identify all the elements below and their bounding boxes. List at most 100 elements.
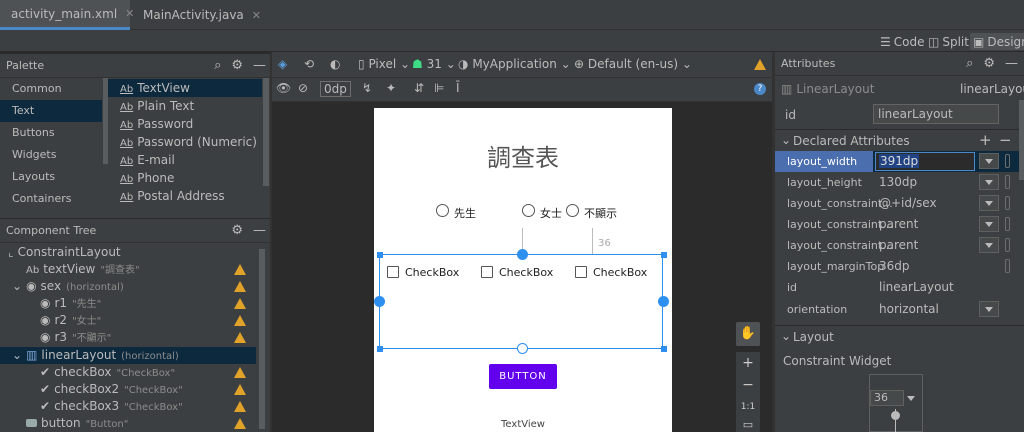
- palette-item[interactable]: Ab Password: [108, 115, 262, 133]
- remove-attribute-icon[interactable]: −: [999, 131, 1012, 149]
- warning-icon[interactable]: [754, 59, 766, 70]
- fit-screen-icon[interactable]: ▭: [736, 418, 760, 432]
- attr-row-orientation[interactable]: orientation horizontal: [775, 299, 1019, 320]
- tree-scrollbar[interactable]: [259, 249, 265, 429]
- palette-item[interactable]: Ab Phone: [108, 169, 262, 187]
- bottom-anchor-handle[interactable]: [517, 343, 528, 354]
- attr-row-constraint-top[interactable]: layout_constraint... @+id/sex: [775, 193, 1019, 214]
- left-splitter[interactable]: [270, 52, 272, 432]
- minimize-icon[interactable]: —: [1005, 56, 1018, 71]
- close-icon[interactable]: ✕: [252, 9, 261, 22]
- infer-constraints-icon[interactable]: ✦: [386, 81, 396, 95]
- orientation-icon[interactable]: ⟲: [304, 57, 314, 71]
- palette-item[interactable]: Ab TextView: [108, 79, 262, 97]
- actual-size-icon[interactable]: 1:1: [736, 396, 760, 418]
- align-icon[interactable]: ⊫: [434, 81, 444, 95]
- api-selector[interactable]: ☗ 31 ⌄: [412, 57, 456, 71]
- attr-row-id[interactable]: id linearLayout: [775, 277, 1019, 298]
- zoom-in-icon[interactable]: +: [736, 352, 760, 374]
- attr-dropdown[interactable]: [979, 216, 999, 232]
- resource-picker[interactable]: [1005, 217, 1010, 231]
- guidelines-icon[interactable]: ⇵: [414, 81, 424, 95]
- resize-handle[interactable]: [377, 252, 383, 258]
- warning-icon[interactable]: [234, 315, 246, 326]
- radio-r3[interactable]: [566, 204, 579, 217]
- resource-picker[interactable]: [1005, 154, 1010, 168]
- resize-handle[interactable]: [377, 346, 383, 352]
- minimize-icon[interactable]: —: [253, 58, 266, 73]
- tab-activity-main[interactable]: activity_main.xml ✕: [0, 0, 134, 30]
- tree-node-constraintlayout[interactable]: ⌞ ConstraintLayout: [8, 244, 121, 261]
- help-icon[interactable]: ?: [754, 83, 766, 95]
- checkbox-1[interactable]: [387, 266, 399, 278]
- preview-title[interactable]: 調查表: [374, 138, 672, 173]
- tab-main-activity[interactable]: MainActivity.java ✕: [132, 0, 267, 30]
- clear-constraints-icon[interactable]: ↯: [362, 81, 372, 95]
- tree-node-r2[interactable]: ◉ r2 "女士": [40, 312, 254, 329]
- resource-picker[interactable]: [1005, 238, 1010, 252]
- palette-item[interactable]: Ab Plain Text: [108, 97, 262, 115]
- warning-icon[interactable]: [234, 384, 246, 395]
- attr-row-layout-width[interactable]: layout_width 391dp: [775, 151, 1019, 172]
- layers-icon[interactable]: ◈: [278, 57, 287, 71]
- attr-value[interactable]: parent: [879, 217, 918, 231]
- attr-dropdown[interactable]: [979, 153, 999, 169]
- top-margin-input[interactable]: 36: [870, 390, 904, 406]
- attr-row-constraint-end[interactable]: layout_constraint... parent: [775, 235, 1019, 256]
- chevron-down-icon[interactable]: ⌄: [12, 348, 22, 362]
- attr-dropdown[interactable]: [979, 195, 999, 211]
- declared-attributes-section[interactable]: ⌄ Declared Attributes + −: [775, 129, 1024, 151]
- add-attribute-icon[interactable]: +: [979, 131, 992, 149]
- constraint-dot[interactable]: [891, 411, 900, 420]
- warning-icon[interactable]: [234, 281, 246, 292]
- device-selector[interactable]: ▯ Pixel ⌄: [358, 57, 410, 71]
- attr-dropdown[interactable]: [979, 174, 999, 190]
- left-anchor-handle[interactable]: [374, 296, 385, 307]
- warning-icon[interactable]: [234, 298, 246, 309]
- search-icon[interactable]: ⌕: [966, 56, 973, 71]
- right-splitter[interactable]: [772, 52, 774, 432]
- warning-icon[interactable]: [234, 401, 246, 412]
- top-anchor-handle[interactable]: [517, 249, 528, 260]
- tree-node-checkbox[interactable]: ✔ checkBox "CheckBox": [40, 364, 254, 381]
- tree-node-linearlayout[interactable]: ⌄ ▥ linearLayout (horizontal): [12, 347, 254, 364]
- zoom-out-icon[interactable]: −: [736, 374, 760, 396]
- radio-r1[interactable]: [436, 204, 449, 217]
- warning-icon[interactable]: [234, 332, 246, 343]
- right-anchor-handle[interactable]: [658, 296, 669, 307]
- attr-row-constraint-start[interactable]: layout_constraint... parent: [775, 214, 1019, 235]
- category-text[interactable]: Text: [0, 100, 102, 122]
- attr-value[interactable]: linearLayout: [879, 280, 954, 294]
- split-mode-button[interactable]: ◫ Split: [928, 33, 969, 50]
- category-common[interactable]: Common: [0, 78, 102, 100]
- resource-picker[interactable]: [1005, 196, 1010, 210]
- tree-node-textview[interactable]: Ab textView "調查表": [26, 261, 254, 278]
- radio-r2[interactable]: [522, 204, 535, 217]
- attr-dropdown[interactable]: [979, 301, 999, 317]
- checkbox-2[interactable]: [481, 266, 493, 278]
- tree-node-r3[interactable]: ◉ r3 "不顯示": [40, 329, 254, 346]
- attr-row-margin-top[interactable]: layout_marginTop 36dp: [775, 256, 1019, 277]
- tree-node-r1[interactable]: ◉ r1 "先生": [40, 295, 254, 312]
- category-widgets[interactable]: Widgets: [0, 144, 102, 166]
- attributes-scrollbar[interactable]: [1019, 100, 1024, 180]
- tree-node-sex[interactable]: ⌄ ◉ sex (horizontal): [12, 278, 254, 295]
- tree-node-button[interactable]: button "Button": [26, 415, 254, 432]
- resource-picker[interactable]: [1005, 259, 1010, 273]
- attr-dropdown[interactable]: [979, 237, 999, 253]
- layout-width-input[interactable]: 391dp: [875, 152, 975, 171]
- gear-icon[interactable]: ⚙: [231, 58, 243, 73]
- palette-items-scrollbar[interactable]: [263, 78, 269, 186]
- attr-value[interactable]: horizontal: [879, 302, 939, 316]
- layout-section[interactable]: ⌄ Layout: [775, 325, 1024, 347]
- palette-item[interactable]: Ab Postal Address: [108, 187, 262, 205]
- baseline-icon[interactable]: Ī: [456, 81, 460, 95]
- attr-value[interactable]: 130dp: [879, 175, 917, 189]
- attr-value[interactable]: parent: [879, 238, 918, 252]
- attr-value[interactable]: @+id/sex: [879, 196, 937, 210]
- pan-hand-icon[interactable]: ✋: [736, 322, 760, 346]
- warning-icon[interactable]: [234, 367, 246, 378]
- palette-item[interactable]: Ab E-mail: [108, 151, 262, 169]
- warning-icon[interactable]: [234, 264, 246, 275]
- eye-icon[interactable]: 👁: [276, 81, 291, 95]
